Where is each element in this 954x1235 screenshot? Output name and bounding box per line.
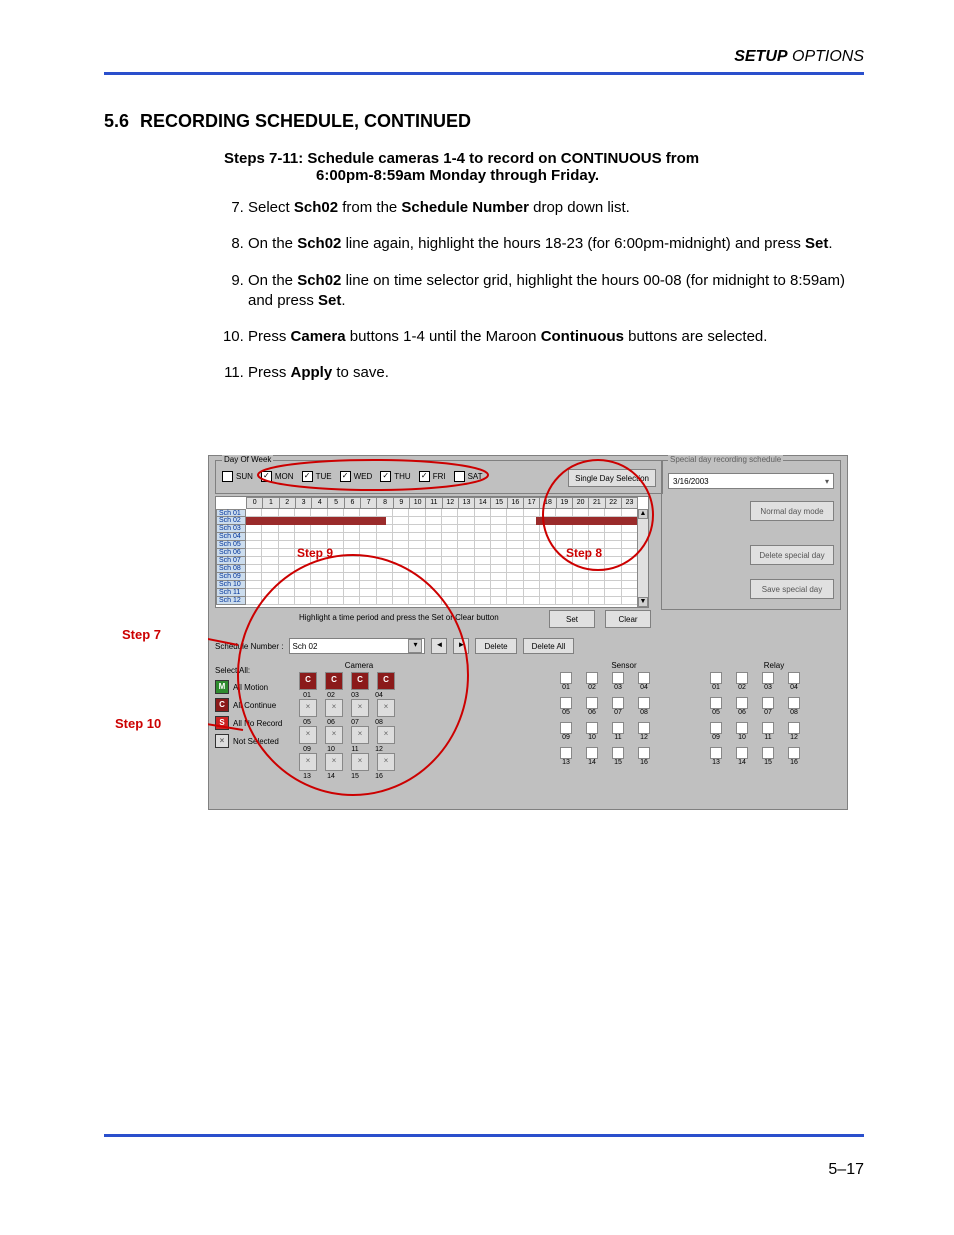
- footer-rule: [104, 1134, 864, 1137]
- page-number: 5–17: [828, 1161, 864, 1179]
- section-heading: 5.6RECORDING SCHEDULE, CONTINUED: [104, 111, 864, 132]
- step-8: On the Sch02 line again, highlight the h…: [248, 234, 864, 254]
- step-10: Press Camera buttons 1-4 until the Maroo…: [248, 327, 864, 347]
- steps-list: Select Sch02 from the Schedule Number dr…: [224, 198, 864, 384]
- header-rule: [104, 72, 864, 75]
- step-7: Select Sch02 from the Schedule Number dr…: [248, 198, 864, 218]
- callout-overlay: [208, 455, 848, 810]
- page-header: SETUP OPTIONS: [104, 48, 864, 66]
- callout-step7: Step 7: [122, 627, 161, 642]
- step-11: Press Apply to save.: [248, 363, 864, 383]
- callout-step10: Step 10: [115, 716, 161, 731]
- step-9: On the Sch02 line on time selector grid,…: [248, 271, 864, 312]
- steps-title: Steps 7-11: Schedule cameras 1-4 to reco…: [224, 150, 864, 184]
